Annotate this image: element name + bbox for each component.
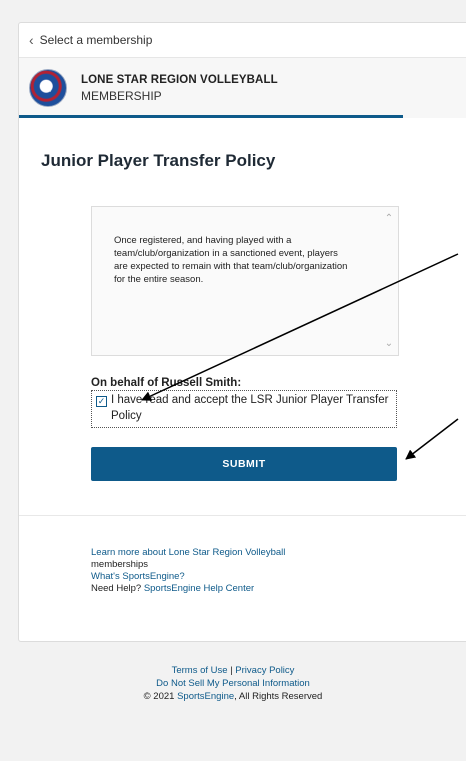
- sportsengine-link[interactable]: SportsEngine: [177, 691, 234, 702]
- accept-policy-checkbox-row[interactable]: ✓ I have read and accept the LSR Junior …: [91, 390, 397, 428]
- divider: [19, 515, 466, 516]
- back-to-memberships-link[interactable]: ‹ Select a membership: [19, 23, 466, 58]
- need-help-label: Need Help?: [91, 583, 142, 594]
- org-text: LONE STAR REGION VOLLEYBALL MEMBERSHIP: [81, 72, 278, 104]
- page-title: Junior Player Transfer Policy: [41, 151, 276, 170]
- org-name: LONE STAR REGION VOLLEYBALL: [81, 74, 278, 86]
- footer-separator: |: [230, 665, 233, 676]
- org-header: ★ LONE STAR REGION VOLLEYBALL MEMBERSHIP: [19, 58, 466, 118]
- learn-more-suffix: memberships: [91, 559, 149, 570]
- chevron-down-icon[interactable]: ⌄: [380, 338, 398, 349]
- membership-card: ‹ Select a membership ★ LONE STAR REGION…: [18, 22, 466, 642]
- copyright-prefix: © 2021: [143, 691, 175, 702]
- page-footer: Terms of Use | Privacy Policy Do Not Sel…: [0, 664, 466, 703]
- behalf-label: On behalf of Russell Smith:: [91, 377, 242, 389]
- help-links: Learn more about Lone Star Region Volley…: [91, 547, 285, 595]
- org-subtitle: MEMBERSHIP: [81, 89, 162, 103]
- privacy-link[interactable]: Privacy Policy: [235, 665, 294, 676]
- help-center-link[interactable]: SportsEngine Help Center: [144, 583, 254, 594]
- accept-policy-checkbox[interactable]: ✓: [96, 396, 107, 407]
- back-link-label: Select a membership: [39, 33, 153, 47]
- policy-scroll-box[interactable]: Once registered, and having played with …: [91, 206, 399, 356]
- submit-button[interactable]: SUBMIT: [91, 447, 397, 481]
- do-not-sell-link[interactable]: Do Not Sell My Personal Information: [156, 678, 310, 689]
- learn-more-link[interactable]: Learn more about Lone Star Region Volley…: [91, 547, 285, 558]
- checkmark-icon: ✓: [97, 396, 106, 406]
- chevron-left-icon: ‹: [29, 32, 34, 48]
- policy-scrollbar[interactable]: ⌃ ⌄: [380, 207, 398, 355]
- whats-sportsengine-link[interactable]: What's SportsEngine?: [91, 571, 185, 582]
- org-logo: ★: [29, 69, 67, 107]
- policy-text: Once registered, and having played with …: [114, 235, 348, 285]
- terms-link[interactable]: Terms of Use: [172, 665, 228, 676]
- accept-policy-label[interactable]: I have read and accept the LSR Junior Pl…: [111, 391, 396, 424]
- copyright-suffix: , All Rights Reserved: [234, 691, 323, 702]
- chevron-up-icon[interactable]: ⌃: [380, 213, 398, 224]
